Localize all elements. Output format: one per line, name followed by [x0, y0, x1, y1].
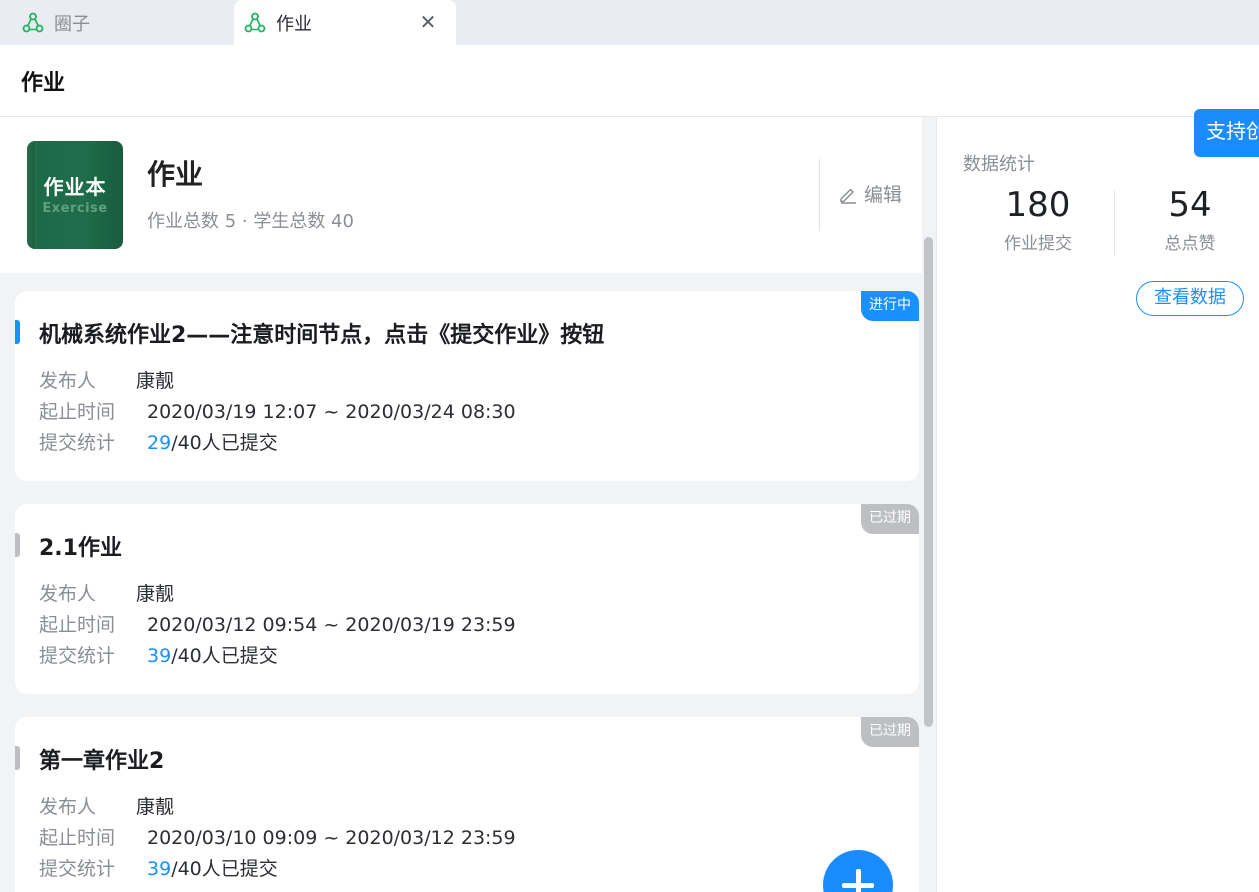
status-bar [15, 320, 20, 344]
publisher-row: 发布人 康靓 [39, 370, 175, 392]
course-cover: 作业本 Exercise [27, 141, 123, 249]
publisher-name: 康靓 [136, 796, 175, 818]
publisher-name: 康靓 [136, 583, 175, 605]
publisher-row: 发布人 康靓 [39, 583, 175, 605]
status-badge: 已过期 [861, 717, 919, 747]
tab-bar: 圈子 作业 ✕ [0, 0, 1259, 45]
assignment-card[interactable]: 已过期 2.1作业 发布人 康靓 起止时间 2020/03/12 09:54 ~ 2… [15, 504, 919, 694]
circle-group-icon [244, 12, 266, 32]
time-row: 起止时间 2020/03/12 09:54 ~ 2020/03/19 23:59 [39, 614, 516, 636]
stats-panel: 数据统计 180 作业提交 54 总点赞 查看数据 [936, 117, 1259, 892]
status-badge: 进行中 [861, 291, 919, 321]
cover-subtitle: Exercise [42, 201, 108, 216]
edit-label: 编辑 [864, 184, 903, 206]
stat-value: 54 [1168, 185, 1212, 225]
tab-label: 圈子 [54, 13, 90, 35]
submit-row: 提交统计 39/40人已提交 [39, 858, 278, 880]
time-row: 起止时间 2020/03/19 12:07 ~ 2020/03/24 08:30 [39, 401, 516, 423]
course-info: 作业本 Exercise 作业 作业总数 5 · 学生总数 40 编辑 [0, 117, 922, 273]
tab-homework[interactable]: 作业 ✕ [234, 0, 456, 45]
course-title: 作业 [147, 158, 204, 191]
submit-row: 提交统计 29/40人已提交 [39, 432, 278, 454]
stat-submissions: 180 作业提交 [963, 185, 1113, 254]
tab-label: 作业 [276, 13, 312, 35]
submitted-count: 39 [147, 858, 172, 880]
stat-value: 180 [1005, 185, 1071, 225]
course-meta: 作业总数 5 · 学生总数 40 [147, 211, 354, 232]
publisher-row: 发布人 康靓 [39, 796, 175, 818]
pencil-icon [840, 188, 856, 204]
edit-button[interactable]: 编辑 [838, 180, 902, 207]
stat-label: 总点赞 [1164, 234, 1216, 254]
support-button[interactable]: 支持创 [1194, 109, 1259, 157]
publisher-name: 康靓 [136, 370, 175, 392]
status-badge: 已过期 [861, 504, 919, 534]
time-range: 2020/03/12 09:54 ~ 2020/03/19 23:59 [147, 614, 516, 636]
page-title: 作业 [21, 71, 66, 96]
cover-title: 作业本 [43, 175, 107, 199]
status-bar [15, 533, 20, 557]
status-bar [15, 746, 20, 770]
stat-label: 作业提交 [1004, 234, 1072, 254]
time-range: 2020/03/10 09:09 ~ 2020/03/12 23:59 [147, 827, 516, 849]
view-data-button[interactable]: 查看数据 [1136, 281, 1244, 316]
page-header: 作业 [0, 45, 1259, 117]
assignment-card[interactable]: 进行中 机械系统作业2——注意时间节点，点击《提交作业》按钮 发布人 康靓 起止时… [15, 291, 919, 481]
scrollbar[interactable] [924, 237, 933, 727]
assignment-list-panel: 作业本 Exercise 作业 作业总数 5 · 学生总数 40 编辑 进行中 … [0, 117, 936, 892]
time-row: 起止时间 2020/03/10 09:09 ~ 2020/03/12 23:59 [39, 827, 516, 849]
assignment-title: 2.1作业 [39, 536, 122, 561]
submit-row: 提交统计 39/40人已提交 [39, 645, 278, 667]
stat-likes: 54 总点赞 [1115, 185, 1259, 254]
stats-heading: 数据统计 [963, 154, 1035, 175]
time-range: 2020/03/19 12:07 ~ 2020/03/24 08:30 [147, 401, 516, 423]
assignment-title: 机械系统作业2——注意时间节点，点击《提交作业》按钮 [39, 323, 605, 348]
submitted-count: 29 [147, 432, 172, 454]
circle-group-icon [22, 12, 44, 32]
submitted-count: 39 [147, 645, 172, 667]
divider [819, 159, 820, 231]
assignment-title: 第一章作业2 [39, 749, 165, 774]
tab-circle[interactable]: 圈子 [22, 0, 90, 45]
close-icon[interactable]: ✕ [418, 12, 438, 32]
assignment-card[interactable]: 已过期 第一章作业2 发布人 康靓 起止时间 2020/03/10 09:09 ~ … [15, 717, 919, 892]
